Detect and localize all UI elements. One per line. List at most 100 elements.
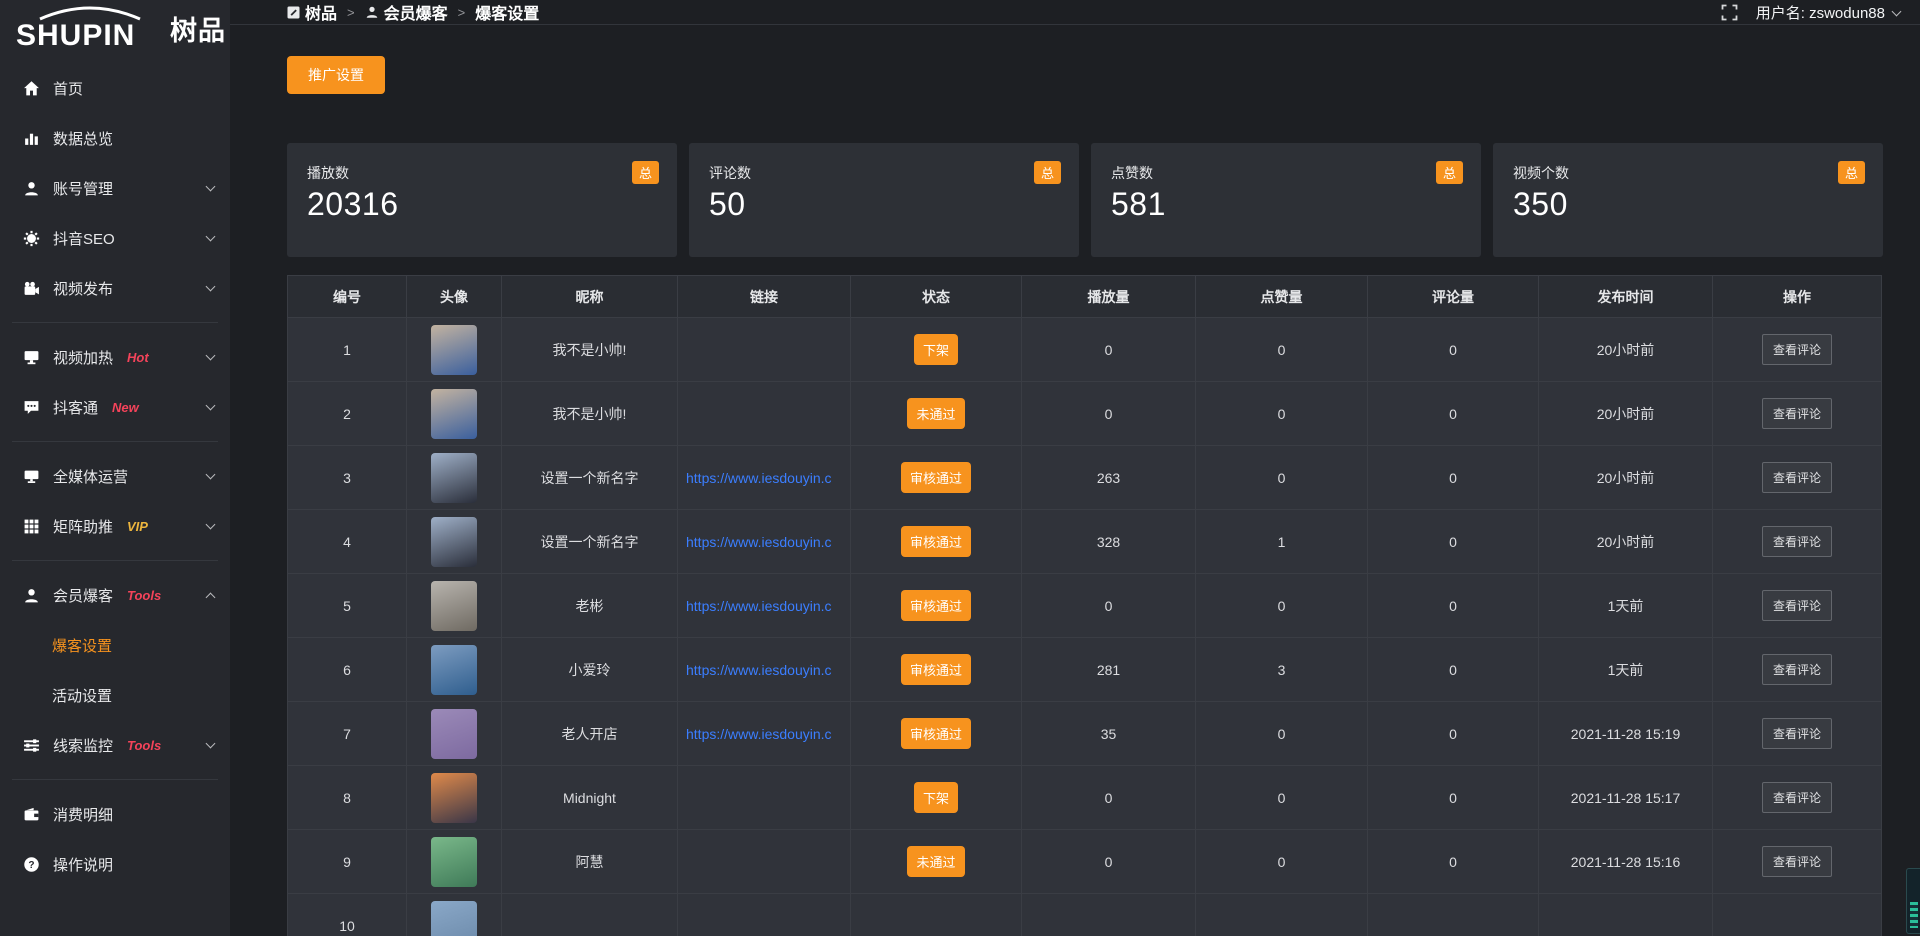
sidebar-item-instructions[interactable]: ? 操作说明 <box>0 839 230 889</box>
view-comments-button[interactable]: 查看评论 <box>1762 846 1832 877</box>
stat-card-comments: 评论数 50 总 <box>689 143 1079 257</box>
sidebar-item-label: 操作说明 <box>53 854 113 875</box>
cell-avatar <box>407 638 502 702</box>
stat-card-likes: 点赞数 581 总 <box>1091 143 1481 257</box>
app-window: SHUPIN 树品 首页 数据总览 账号管理 <box>0 0 1920 936</box>
video-camera-icon <box>22 279 40 297</box>
breadcrumb-item-shupin[interactable]: 树品 <box>287 0 337 24</box>
status-badge: 审核通过 <box>901 718 971 749</box>
cell-actions: 查看评论 <box>1713 830 1882 894</box>
sidebar-item-account-management[interactable]: 账号管理 <box>0 163 230 213</box>
cell-nickname: 我不是小帅! <box>502 318 678 382</box>
grid-icon <box>22 517 40 535</box>
sidebar-item-douketong[interactable]: 抖客通 New <box>0 382 230 432</box>
video-link[interactable]: https://www.iesdouyin.c <box>686 726 832 742</box>
promo-settings-button[interactable]: 推广设置 <box>287 56 385 94</box>
cell-plays: 0 <box>1022 766 1196 830</box>
sliders-icon <box>22 736 40 754</box>
sidebar-item-consumption-details[interactable]: 消费明细 <box>0 789 230 839</box>
cell-id: 3 <box>288 446 407 510</box>
cell-actions <box>1713 894 1882 936</box>
home-icon <box>22 79 40 97</box>
sidebar-subitem-activity-settings[interactable]: 活动设置 <box>0 670 230 720</box>
view-comments-button[interactable]: 查看评论 <box>1762 782 1832 813</box>
view-comments-button[interactable]: 查看评论 <box>1762 398 1832 429</box>
fullscreen-button[interactable] <box>1721 4 1738 21</box>
view-comments-button[interactable]: 查看评论 <box>1762 334 1832 365</box>
sidebar-subitem-baoke-settings[interactable]: 爆客设置 <box>0 620 230 670</box>
sidebar-item-member-baoke[interactable]: 会员爆客 Tools <box>0 570 230 620</box>
sidebar-divider <box>12 441 218 442</box>
col-header-comments: 评论量 <box>1368 276 1539 318</box>
topbar-right: 用户名: zswodun88 <box>1721 2 1900 23</box>
floating-side-widget[interactable] <box>1906 868 1920 934</box>
cell-comments: 0 <box>1368 446 1539 510</box>
table-row: 10 <box>288 894 1882 936</box>
sidebar-item-home[interactable]: 首页 <box>0 63 230 113</box>
col-header-publish-time: 发布时间 <box>1539 276 1713 318</box>
cell-id: 5 <box>288 574 407 638</box>
sidebar-item-matrix-boost[interactable]: 矩阵助推 VIP <box>0 501 230 551</box>
sidebar-divider <box>12 560 218 561</box>
user-menu[interactable]: 用户名: zswodun88 <box>1756 2 1900 23</box>
sidebar-subitem-label: 爆客设置 <box>52 635 112 656</box>
cell-plays: 281 <box>1022 638 1196 702</box>
sidebar-item-omni-media[interactable]: 全媒体运营 <box>0 451 230 501</box>
chevron-down-icon <box>206 351 216 361</box>
avatar <box>431 453 477 503</box>
cell-actions: 查看评论 <box>1713 574 1882 638</box>
video-link[interactable]: https://www.iesdouyin.c <box>686 598 832 614</box>
total-badge: 总 <box>1034 161 1061 184</box>
status-badge: 审核通过 <box>901 654 971 685</box>
sidebar-item-lead-monitoring[interactable]: 线索监控 Tools <box>0 720 230 770</box>
view-comments-button[interactable]: 查看评论 <box>1762 526 1832 557</box>
cell-actions: 查看评论 <box>1713 318 1882 382</box>
view-comments-button[interactable]: 查看评论 <box>1762 654 1832 685</box>
avatar <box>431 837 477 887</box>
cell-comments: 0 <box>1368 574 1539 638</box>
cell-link: https://www.iesdouyin.c <box>678 638 851 702</box>
sidebar-divider <box>12 322 218 323</box>
new-tag: New <box>112 400 139 415</box>
avatar <box>431 645 477 695</box>
table-row: 6 小爱玲 https://www.iesdouyin.c 审核通过 281 3… <box>288 638 1882 702</box>
cell-status: 审核通过 <box>851 574 1022 638</box>
user-icon <box>22 179 40 197</box>
cell-plays: 0 <box>1022 830 1196 894</box>
view-comments-button[interactable]: 查看评论 <box>1762 590 1832 621</box>
cell-id: 7 <box>288 702 407 766</box>
breadcrumb-item-member-baoke[interactable]: 会员爆客 <box>365 0 448 24</box>
sidebar-item-label: 视频加热 <box>53 347 113 368</box>
sidebar-item-video-heating[interactable]: 视频加热 Hot <box>0 332 230 382</box>
sidebar-item-label: 会员爆客 <box>53 585 113 606</box>
status-badge: 下架 <box>914 782 958 813</box>
breadcrumb-item-baoke-settings[interactable]: 爆客设置 <box>475 0 539 24</box>
cell-publish-time: 2021-11-28 15:17 <box>1539 766 1713 830</box>
cell-plays: 263 <box>1022 446 1196 510</box>
cell-avatar <box>407 702 502 766</box>
view-comments-button[interactable]: 查看评论 <box>1762 462 1832 493</box>
sidebar-item-data-overview[interactable]: 数据总览 <box>0 113 230 163</box>
sidebar-subitem-label: 活动设置 <box>52 685 112 706</box>
cell-link: https://www.iesdouyin.c <box>678 574 851 638</box>
app-logo: SHUPIN 树品 <box>0 0 230 57</box>
svg-text:?: ? <box>28 860 34 871</box>
cell-likes: 1 <box>1196 510 1368 574</box>
cell-id: 6 <box>288 638 407 702</box>
avatar <box>431 389 477 439</box>
username-label: 用户名: zswodun88 <box>1756 2 1885 23</box>
video-link[interactable]: https://www.iesdouyin.c <box>686 534 832 550</box>
cell-avatar <box>407 318 502 382</box>
video-link[interactable]: https://www.iesdouyin.c <box>686 662 832 678</box>
chevron-down-icon <box>206 282 216 292</box>
view-comments-button[interactable]: 查看评论 <box>1762 718 1832 749</box>
cell-avatar <box>407 446 502 510</box>
cell-avatar <box>407 766 502 830</box>
sidebar-item-douyin-seo[interactable]: 抖音SEO <box>0 213 230 263</box>
cell-comments: 0 <box>1368 830 1539 894</box>
sidebar-item-video-publish[interactable]: 视频发布 <box>0 263 230 313</box>
bar-chart-icon <box>22 129 40 147</box>
table-row: 5 老彬 https://www.iesdouyin.c 审核通过 0 0 0 … <box>288 574 1882 638</box>
table-row: 2 我不是小帅! 未通过 0 0 0 20小时前 查看评论 <box>288 382 1882 446</box>
video-link[interactable]: https://www.iesdouyin.c <box>686 470 832 486</box>
